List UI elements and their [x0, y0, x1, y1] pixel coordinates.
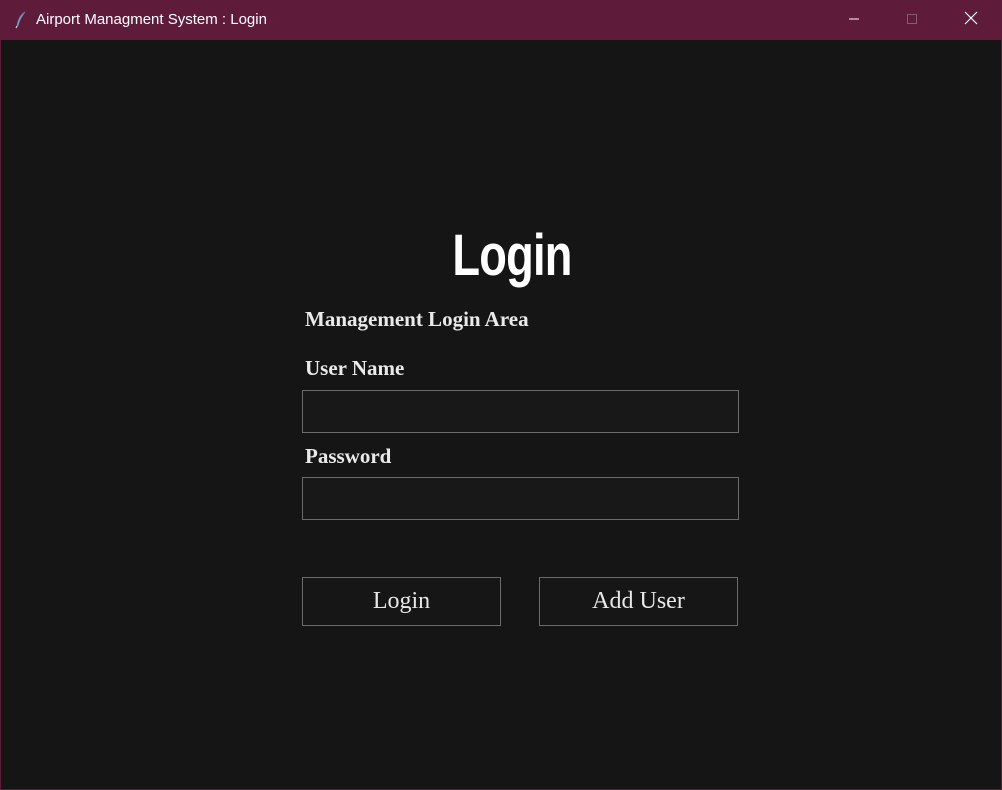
- close-button[interactable]: [948, 1, 994, 40]
- maximize-button[interactable]: [889, 1, 935, 40]
- add-user-button[interactable]: Add User: [539, 577, 738, 626]
- page-title: Login: [452, 223, 572, 288]
- username-input[interactable]: [302, 390, 739, 433]
- password-label: Password: [305, 444, 392, 468]
- username-label: User Name: [305, 356, 405, 380]
- close-icon: [964, 11, 978, 30]
- maximize-icon: [906, 12, 918, 30]
- minimize-button[interactable]: [831, 1, 877, 40]
- window-title: Airport Managment System : Login: [36, 11, 267, 28]
- login-area-subtitle: Management Login Area: [305, 307, 529, 331]
- login-window: Airport Managment System : Login Login M…: [0, 0, 1002, 790]
- login-panel: Login Management Login Area User Name Pa…: [1, 40, 1001, 789]
- minimize-icon: [848, 12, 860, 30]
- feather-icon: [13, 11, 29, 29]
- title-bar[interactable]: Airport Managment System : Login: [1, 1, 1001, 40]
- password-input[interactable]: [302, 477, 739, 520]
- login-button[interactable]: Login: [302, 577, 501, 626]
